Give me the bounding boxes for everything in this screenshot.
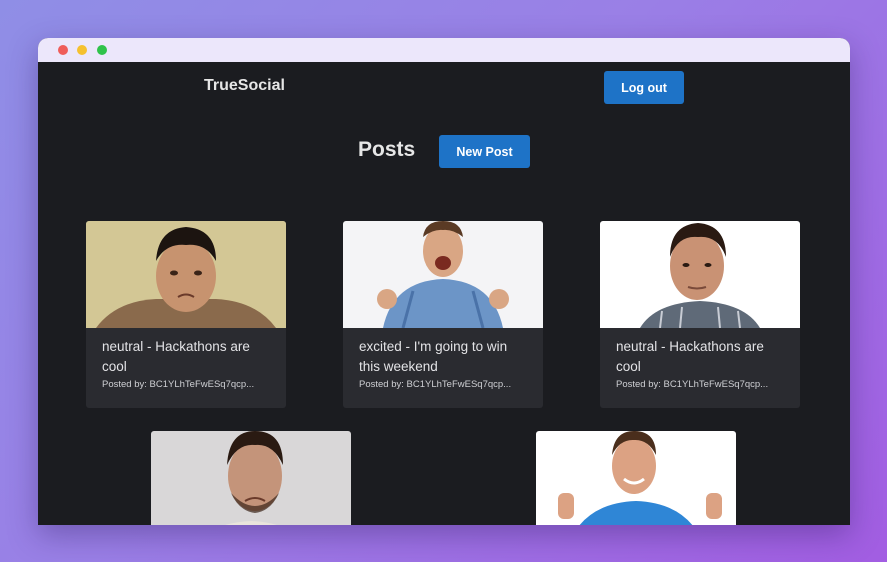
post-caption: excited - I'm going to win this weekend <box>359 339 508 374</box>
post-card[interactable]: neutral - Hackathons are cool Posted by:… <box>600 221 800 408</box>
new-post-button[interactable]: New Post <box>439 135 530 168</box>
minimize-window-dot[interactable] <box>77 45 87 55</box>
post-caption: neutral - Hackathons are cool <box>102 339 250 374</box>
maximize-window-dot[interactable] <box>97 45 107 55</box>
post-image <box>536 431 736 525</box>
post-author: Posted by: BC1YLhTeFwESq7qcp... <box>102 379 255 390</box>
window-titlebar <box>38 38 850 62</box>
browser-window: TrueSocial Log out Posts New Post neutra… <box>38 38 850 525</box>
post-author: Posted by: BC1YLhTeFwESq7qcp... <box>616 379 769 390</box>
post-caption: neutral - Hackathons are cool <box>616 339 764 374</box>
brand-logo[interactable]: TrueSocial <box>204 77 285 95</box>
logout-button[interactable]: Log out <box>604 71 684 104</box>
post-image <box>600 221 800 328</box>
close-window-dot[interactable] <box>58 45 68 55</box>
post-author: Posted by: BC1YLhTeFwESq7qcp... <box>359 379 512 390</box>
page-title: Posts <box>358 138 416 161</box>
post-image <box>86 221 286 328</box>
post-card[interactable]: neutral - Hackathons are cool Posted by:… <box>86 221 286 408</box>
post-card[interactable] <box>151 431 351 525</box>
post-card[interactable]: excited - I'm going to win this weekend … <box>343 221 543 408</box>
app-content: TrueSocial Log out Posts New Post neutra… <box>38 62 850 525</box>
post-image <box>343 221 543 328</box>
post-image <box>151 431 351 525</box>
post-card[interactable] <box>536 431 736 525</box>
